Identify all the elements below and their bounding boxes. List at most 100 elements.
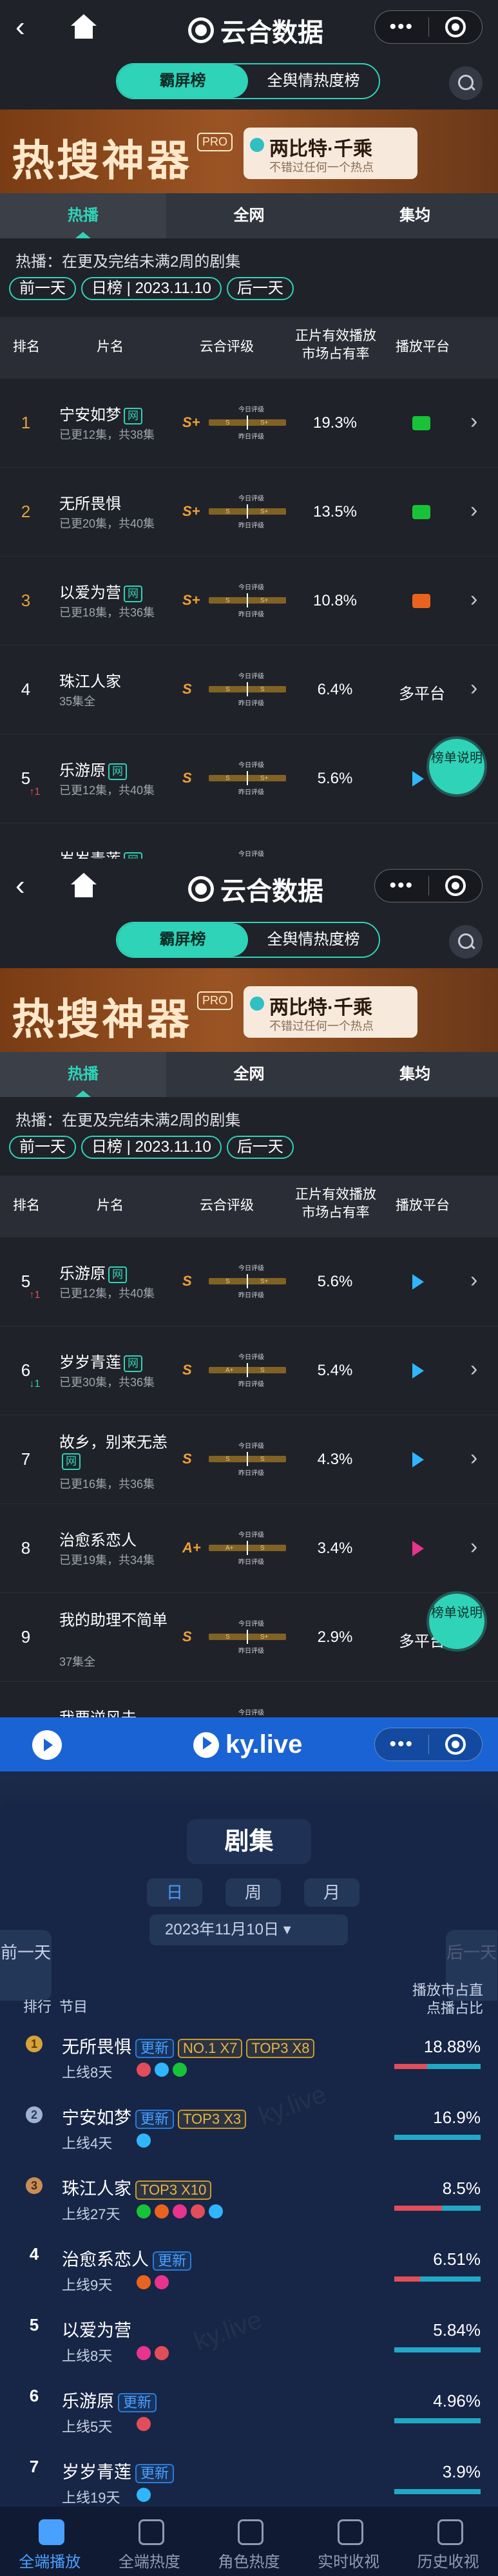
table-row[interactable]: 8 治愈系恋人 已更19集，共34集 A+ 今日评级 A+ S 昨日评级 3.4% › <box>0 1504 498 1593</box>
table-row[interactable]: 2 无所畏惧 已更20集，共40集 S+ 今日评级 S S+ 昨日评级 13.5% › <box>0 468 498 557</box>
grade-b: S <box>260 1367 265 1374</box>
chevron-right-icon[interactable]: › <box>470 676 477 701</box>
more-button[interactable]: ••• <box>375 875 428 897</box>
chevron-right-icon[interactable]: › <box>470 1357 477 1382</box>
list-item[interactable]: 3 珠江人家 TOP3 X10 上线27天 8.5% <box>0 2170 498 2231</box>
promo-banner[interactable]: 热搜神器 PRO 两比特·千乘 不错过任何一个热点 <box>0 968 498 1052</box>
prev-day-button[interactable]: 前一天 <box>0 1930 52 2001</box>
tabbar-realtime[interactable]: 实时收视 <box>299 2506 399 2576</box>
date-picker[interactable]: 2023年11月10日 ▾ <box>149 1914 348 1945</box>
table-row[interactable]: 5↑1乐游原网已更12集，共40集S今日评级SS+昨日评级5.6%› <box>0 734 498 823</box>
home-icon[interactable] <box>67 872 101 900</box>
toggle-baping[interactable]: 霸屏榜 <box>117 64 248 98</box>
next-day-button[interactable]: 后一天 <box>226 1136 294 1159</box>
period-week[interactable]: 周 <box>225 1878 281 1907</box>
prev-day-label: 前一天 <box>0 1943 51 1962</box>
market-share: 19.3% <box>312 414 358 432</box>
promo-banner[interactable]: 热搜神器 PRO 两比特·千乘 不错过任何一个热点 <box>0 110 498 193</box>
toggle-baping[interactable]: 霸屏榜 <box>117 923 248 957</box>
search-icon[interactable] <box>449 66 483 100</box>
date-picker[interactable]: 日榜 | 2023.11.10 <box>81 1136 222 1159</box>
tencent-icon <box>412 771 424 787</box>
app-title-text: 云合数据 <box>220 19 323 47</box>
table-row[interactable]: 1 宁安如梦网已更12集，共38集 S+ 今日评级 S S+ 昨日评级 19.3% › <box>0 379 498 468</box>
period-day[interactable]: 日 <box>147 1878 202 1907</box>
show-name: 宁安如梦 更新 TOP3 X3 <box>62 2104 247 2129</box>
list-explain-button[interactable]: 榜单说明 <box>429 739 484 794</box>
next-day-button[interactable]: 后一天 <box>226 277 294 300</box>
show-name: 以爱为营 <box>62 2316 131 2342</box>
tab-all[interactable]: 全网 <box>166 1052 332 1097</box>
market-share: 13.5% <box>312 503 358 520</box>
tab-all[interactable]: 全网 <box>166 193 332 238</box>
kylive-panel: ky.live ••• 剧集 日 周 月 前一天 后一天 2023年11月10日… <box>0 1717 498 2576</box>
table-row[interactable]: 4 珠江人家 35集全 S 今日评级 S S 昨日评级 6.4% 多平台 › <box>0 645 498 734</box>
table-row[interactable]: 6岁岁青莲网S今日评级A+S昨日评级5.4%› <box>0 823 498 859</box>
header-platform: 播放平台 <box>396 339 450 354</box>
table-row[interactable]: 3 以爱为营网已更18集，共36集 S+ 今日评级 S S+ 昨日评级 10.8% › <box>0 557 498 645</box>
table-row[interactable]: 7 故乡，别来无恙网 已更16集，共36集 S 今日评级 S S 昨日评级 4.3% › <box>0 1415 498 1504</box>
list-item[interactable]: 1 无所畏惧 更新 NO.1 X7 TOP3 X8 上线8天 18.88% <box>0 2028 498 2090</box>
date-picker[interactable]: 日榜 | 2023.11.10 <box>81 277 222 300</box>
list-item[interactable]: 2 宁安如梦 更新 TOP3 X3 上线4天 16.9% <box>0 2099 498 2161</box>
episode-info: 已更12集，共40集 <box>59 1287 155 1300</box>
close-miniprogram-button[interactable] <box>429 875 483 896</box>
platform-dot-icon <box>155 2275 169 2289</box>
banner-main: 两比特·千乘 <box>269 138 372 160</box>
ranking-card: 剧集 日 周 月 前一天 后一天 2023年11月10日 ▾ 排行 节目 播放市… <box>0 1801 498 2576</box>
show-title: 以爱为营 <box>59 584 121 602</box>
home-icon[interactable] <box>67 13 101 41</box>
tab-hot[interactable]: 热播 <box>0 193 166 238</box>
chevron-right-icon[interactable]: › <box>470 498 477 523</box>
gauge-today-label: 今日评级 <box>238 1443 264 1450</box>
share-bar-red <box>394 2064 427 2069</box>
chevron-right-icon[interactable]: › <box>470 587 477 612</box>
rank-trend: ↓1 <box>29 1379 41 1389</box>
rank-badge: 7 <box>29 2457 39 2476</box>
table-row[interactable]: 6 ↓1 岁岁青莲网已更30集，共36集 S 今日评级 A+ S 昨日评级 5.4% › <box>0 1326 498 1415</box>
list-item[interactable]: 7 岁岁青莲 更新 上线19天 3.9% <box>0 2453 498 2515</box>
chevron-right-icon[interactable]: › <box>470 1712 477 1717</box>
back-button[interactable]: ‹ <box>15 11 54 43</box>
more-button[interactable]: ••• <box>375 16 428 38</box>
show-name: 无所畏惧 更新 NO.1 X7 TOP3 X8 <box>62 2033 315 2058</box>
more-button[interactable]: ••• <box>375 1733 428 1755</box>
table-row[interactable]: 9我的助理不简单37集全S今日评级SS+昨日评级2.9%多平台› <box>0 1593 498 1682</box>
chevron-right-icon[interactable]: › <box>470 1268 477 1293</box>
yunhe-panel-2: ‹ 云合数据 ••• 霸屏榜 全舆情热度榜 热搜神器 PRO 两比特·千乘 不错… <box>0 859 498 1717</box>
back-button[interactable]: ‹ <box>15 870 54 902</box>
chevron-right-icon[interactable]: › <box>470 409 477 434</box>
toggle-quanyuqing[interactable]: 全舆情热度榜 <box>248 64 379 98</box>
header-platform: 播放平台 <box>396 1198 450 1213</box>
chevron-right-icon[interactable]: › <box>470 1534 477 1560</box>
toggle-quanyuqing[interactable]: 全舆情热度榜 <box>248 923 379 957</box>
tabbar-all-play[interactable]: 全端播放 <box>0 2506 100 2576</box>
tabbar-all-heat[interactable]: 全端热度 <box>100 2506 200 2576</box>
close-miniprogram-button[interactable] <box>429 1734 483 1755</box>
table-row[interactable]: 10我要逆风去已更22集，共40集A+今日评级AA+昨日评级2.9%› <box>0 1682 498 1717</box>
list-item[interactable]: 4 治愈系恋人 更新 上线9天 6.51% <box>0 2240 498 2302</box>
header-name: 节目 <box>59 1999 88 2015</box>
tab-avg[interactable]: 集均 <box>332 1052 498 1097</box>
share-bar <box>394 2135 481 2140</box>
prev-day-button[interactable]: 前一天 <box>9 277 76 300</box>
chevron-right-icon[interactable]: › <box>470 1445 477 1471</box>
tabbar-role-heat[interactable]: 角色热度 <box>199 2506 299 2576</box>
tab-hot[interactable]: 热播 <box>0 1052 166 1097</box>
share-bar <box>394 2347 481 2352</box>
chevron-right-icon[interactable]: › <box>470 854 477 859</box>
search-icon[interactable] <box>449 925 483 959</box>
close-miniprogram-button[interactable] <box>429 17 483 37</box>
list-explain-button[interactable]: 榜单说明 <box>429 1594 484 1649</box>
tabbar-history[interactable]: 历史收视 <box>398 2506 498 2576</box>
grade-value: S <box>182 770 192 786</box>
market-share: 3.4% <box>317 1540 353 1557</box>
prev-day-button[interactable]: 前一天 <box>9 1136 76 1159</box>
tab-avg[interactable]: 集均 <box>332 193 498 238</box>
list-item[interactable]: 6 乐游原 更新 上线5天 4.96% <box>0 2382 498 2444</box>
show-title: 我要逆风去 <box>59 1710 137 1717</box>
period-month[interactable]: 月 <box>304 1878 359 1907</box>
show-tag: TOP3 X10 <box>135 2180 212 2200</box>
banner-sub: 不错过任何一个热点 <box>269 161 374 174</box>
table-row[interactable]: 5↑1乐游原网已更12集，共40集S今日评级SS+昨日评级5.6%› <box>0 1237 498 1326</box>
